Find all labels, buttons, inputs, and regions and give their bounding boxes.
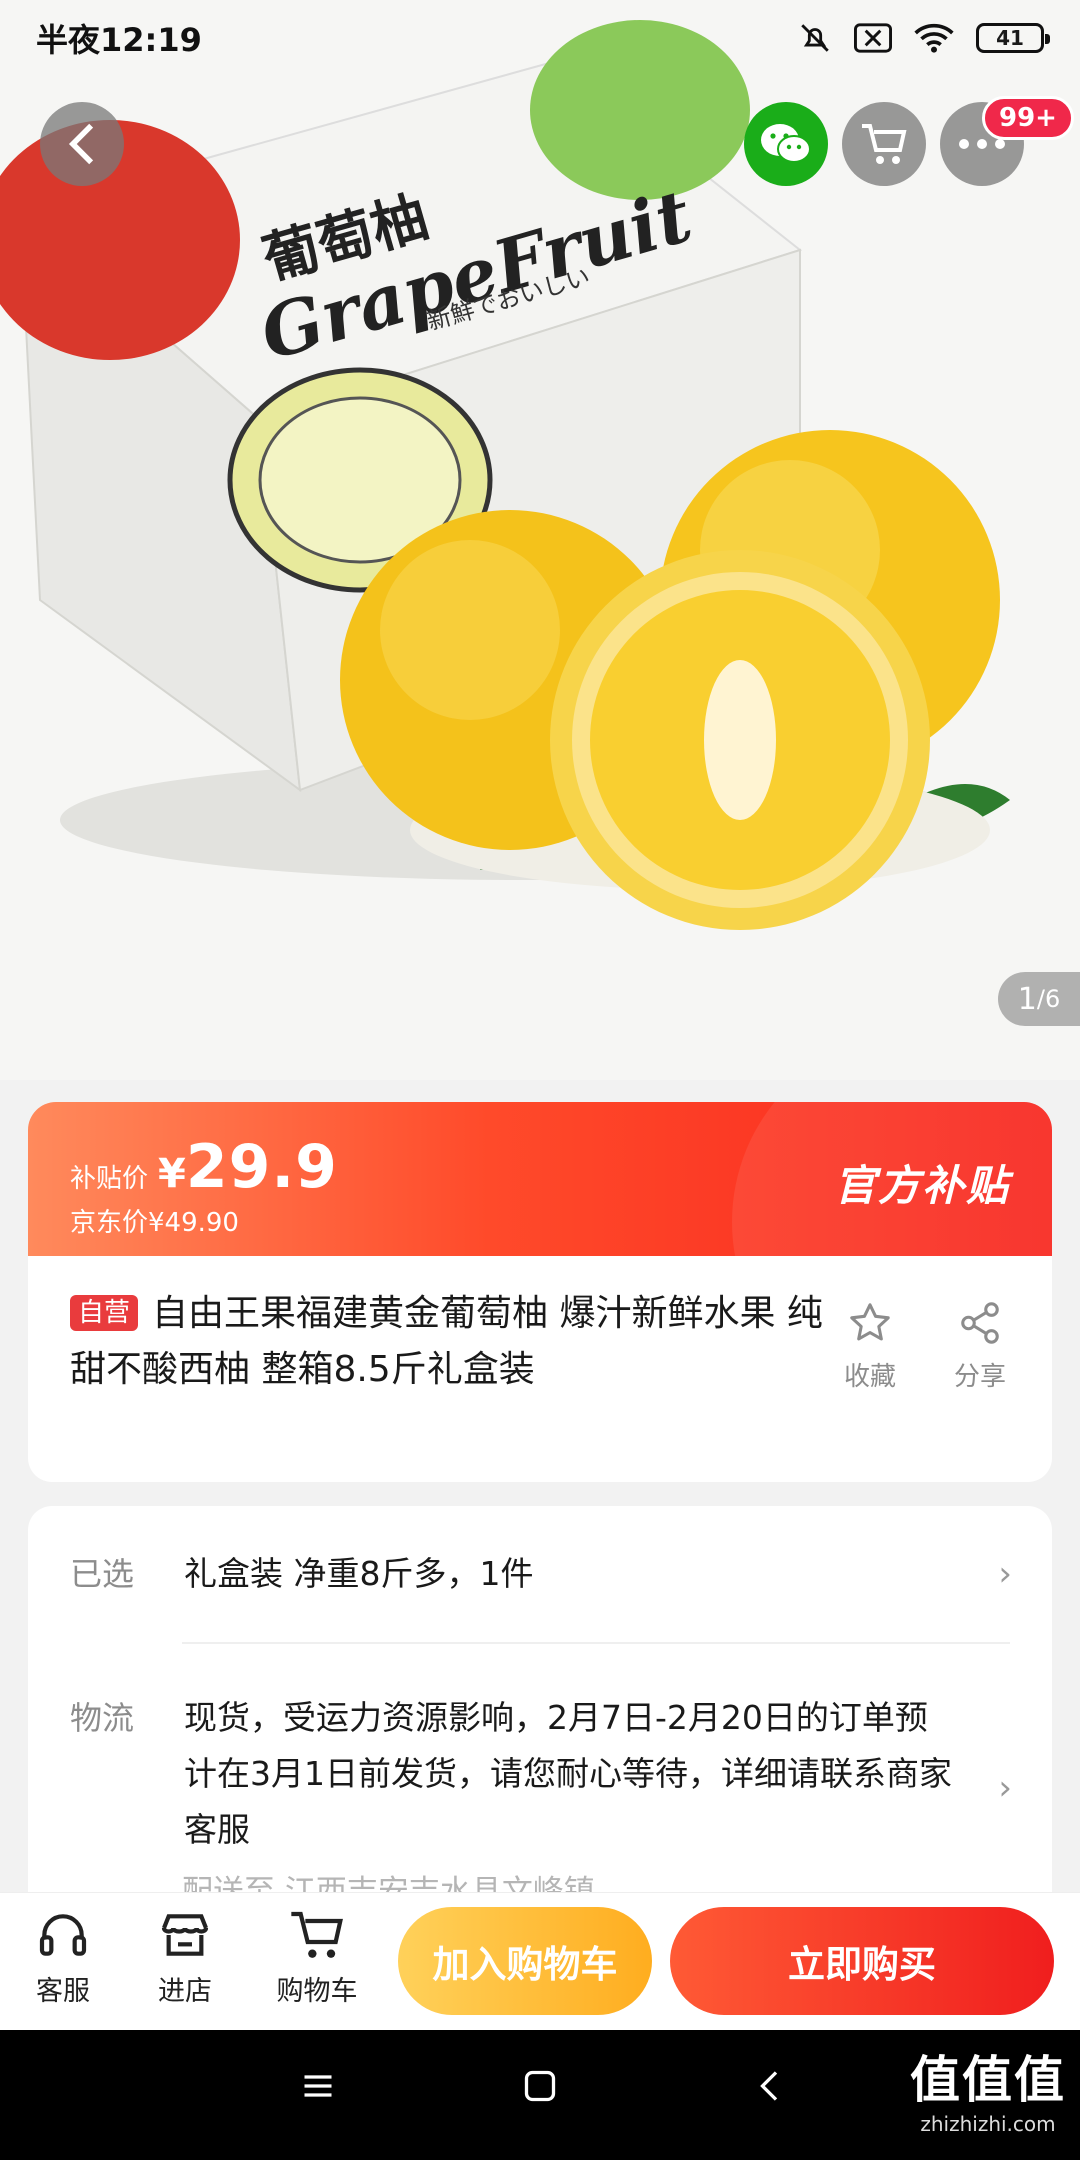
no-sim-icon	[854, 23, 892, 53]
watermark-main: 值值值	[910, 2051, 1066, 2109]
home-icon[interactable]	[522, 2068, 558, 2104]
system-navigation-bar: 值值值 zhizhizhi.com	[0, 2030, 1080, 2160]
watermark: 值值值 zhizhizhi.com	[910, 2040, 1066, 2136]
page-current: 1	[1017, 981, 1037, 1017]
status-icons: 41	[798, 21, 1050, 55]
watermark-sub: zhizhizhi.com	[920, 2112, 1056, 2136]
favorite-label: 收藏	[843, 1362, 896, 1392]
bottom-action-bar: 客服 进店 购物车 加入购物车 立即购买	[0, 1892, 1080, 2030]
product-title-text: 自由王果福建黄金葡萄柚 爆汁新鲜水果 纯甜不酸西柚 整箱8.5斤礼盒装	[70, 1293, 823, 1390]
service-label: 客服	[36, 1976, 90, 2007]
cart-icon	[862, 124, 907, 164]
star-icon	[850, 1303, 890, 1341]
official-subsidy-tag: 官方补贴	[833, 1161, 1010, 1210]
page-total: /6	[1036, 985, 1061, 1013]
message-count-badge: 99+	[982, 96, 1074, 140]
mute-icon	[801, 24, 829, 52]
original-price: 京东价¥49.90	[70, 1208, 239, 1238]
status-bar: 半夜12:19 41	[0, 0, 1080, 76]
bottom-cart-button[interactable]: 购物车	[262, 1907, 372, 2008]
spec-card: 已选 礼盒装 净重8斤多，1件 › 物流 现货，受运力资源影响，2月7日-2月2…	[28, 1506, 1052, 1926]
subsidy-price: 补贴价 ¥ 29.9	[70, 1132, 338, 1202]
price-label: 补贴价	[70, 1164, 149, 1194]
image-page-indicator: 1/6	[998, 972, 1080, 1026]
logistics-key: 物流	[70, 1699, 135, 1737]
share-label: 分享	[953, 1362, 1006, 1392]
wifi-icon	[914, 23, 954, 53]
cart-label: 购物车	[276, 1976, 358, 2007]
more-dots-icon	[959, 139, 1005, 149]
enter-shop-button[interactable]: 进店	[130, 1907, 240, 2008]
favorite-button[interactable]: 收藏	[820, 1300, 920, 1393]
selected-value: 礼盒装 净重8斤多，1件	[184, 1554, 534, 1593]
share-button[interactable]: 分享	[930, 1300, 1030, 1393]
customer-service-button[interactable]: 客服	[8, 1907, 118, 2008]
price-value: 29.9	[185, 1132, 338, 1202]
buy-now-button[interactable]: 立即购买	[670, 1907, 1054, 2015]
self-operated-tag: 自营	[70, 1295, 139, 1331]
spec-divider	[182, 1642, 1010, 1644]
chevron-left-icon	[68, 123, 94, 165]
price-banner: 补贴价 ¥ 29.9 京东价¥49.90 官方补贴	[28, 1102, 1052, 1256]
headset-icon	[39, 1914, 87, 1956]
selected-key: 已选	[70, 1555, 135, 1593]
back-button[interactable]	[40, 102, 124, 186]
selected-spec-row[interactable]: 已选 礼盒装 净重8斤多，1件	[70, 1546, 954, 1602]
share-icon	[961, 1302, 999, 1344]
menu-icon[interactable]	[300, 2068, 336, 2104]
add-to-cart-button[interactable]: 加入购物车	[398, 1907, 652, 2015]
logistics-chevron-icon: ›	[998, 1768, 1012, 1808]
product-title-card: 自营 自由王果福建黄金葡萄柚 爆汁新鲜水果 纯甜不酸西柚 整箱8.5斤礼盒装 收藏…	[28, 1256, 1052, 1482]
store-icon	[161, 1914, 209, 1956]
price-currency: ¥	[158, 1151, 186, 1197]
product-title: 自营 自由王果福建黄金葡萄柚 爆汁新鲜水果 纯甜不酸西柚 整箱8.5斤礼盒装	[70, 1286, 830, 1398]
shop-label: 进店	[158, 1976, 212, 2007]
logistics-row[interactable]: 物流 现货，受运力资源影响，2月7日-2月20日的订单预计在3月1日前发货，请您…	[70, 1690, 954, 1858]
wechat-icon	[761, 124, 811, 163]
back-icon[interactable]	[752, 2068, 788, 2104]
status-time: 半夜12:19	[36, 21, 202, 59]
header-cart-button[interactable]	[842, 102, 926, 186]
selected-chevron-icon: ›	[998, 1554, 1012, 1594]
logistics-value: 现货，受运力资源影响，2月7日-2月20日的订单预计在3月1日前发货，请您耐心等…	[184, 1698, 952, 1849]
cart-icon	[291, 1911, 343, 1958]
wechat-share-button[interactable]	[744, 102, 828, 186]
battery-indicator: 41	[976, 23, 1050, 53]
